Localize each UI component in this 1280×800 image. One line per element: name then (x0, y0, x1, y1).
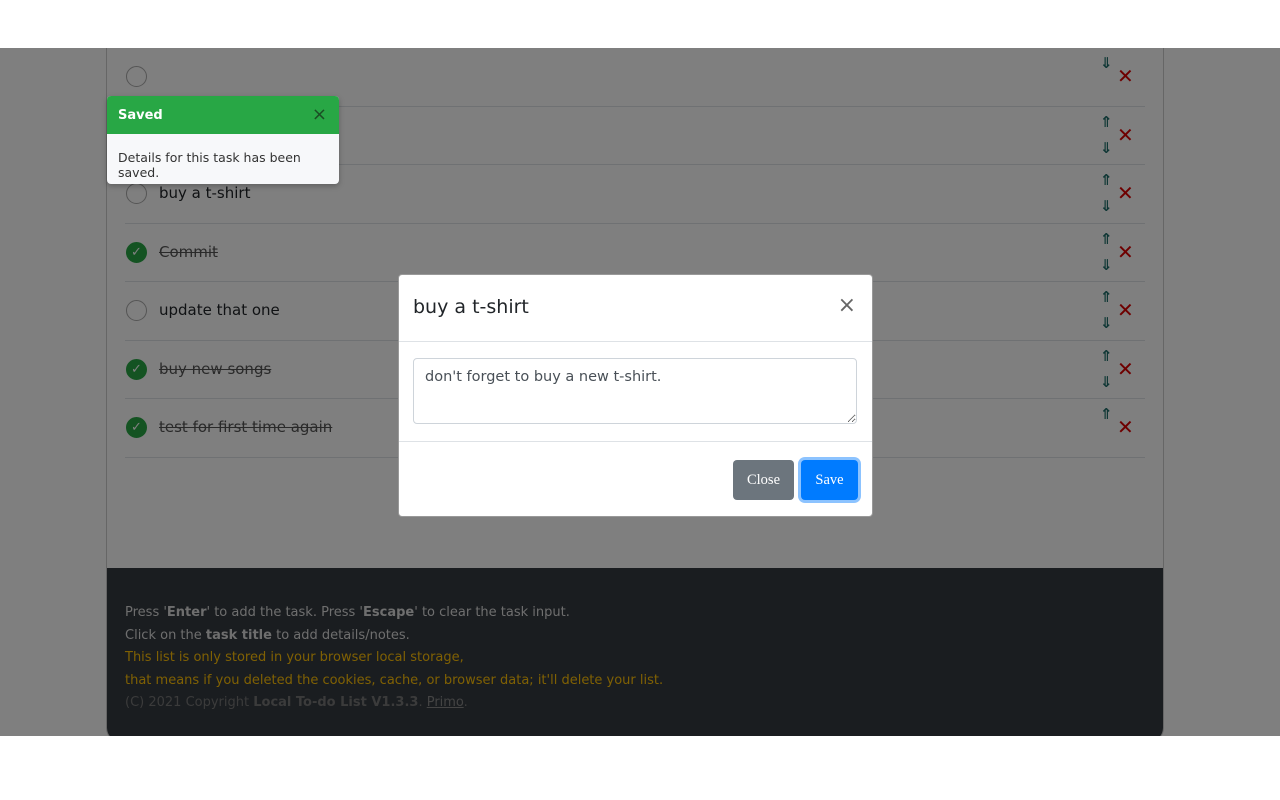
close-icon[interactable]: × (312, 104, 327, 125)
modal-header: buy a t-shirt × (399, 275, 872, 342)
close-icon[interactable]: × (838, 293, 856, 318)
modal-body: don't forget to buy a new t-shirt. (399, 342, 872, 442)
toast-header: Saved × (107, 96, 339, 134)
toast-message: Details for this task has been saved. (118, 150, 301, 180)
modal-title: buy a t-shirt (413, 296, 529, 318)
close-button[interactable]: Close (733, 460, 794, 500)
task-details-modal: buy a t-shirt × don't forget to buy a ne… (398, 274, 873, 517)
saved-toast: Saved × Details for this task has been sa… (107, 96, 339, 184)
toast-title: Saved (118, 108, 163, 123)
save-button[interactable]: Save (801, 460, 858, 500)
page: ⇓✕⇑⇓✕buy a t-shirt⇑⇓✕✓Commit⇑⇓✕update th… (0, 48, 1280, 736)
notes-textarea[interactable]: don't forget to buy a new t-shirt. (413, 358, 857, 424)
